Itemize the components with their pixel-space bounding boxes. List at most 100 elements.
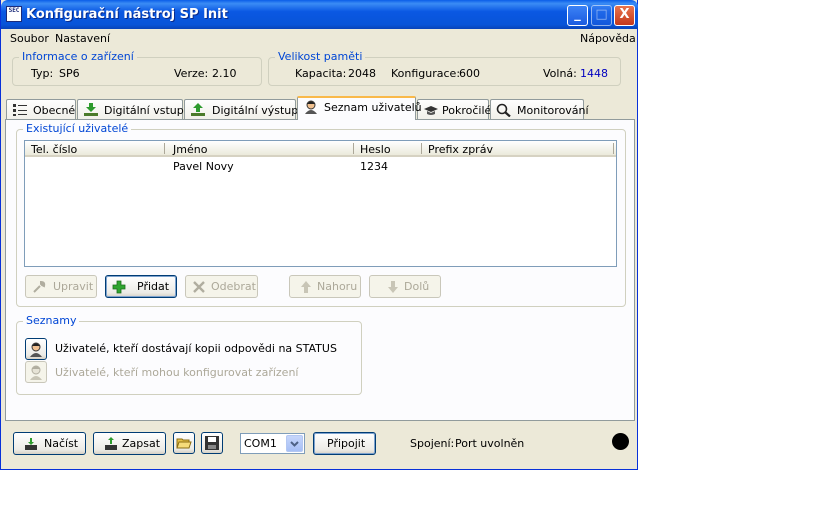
load-button-label: Načíst (44, 437, 79, 450)
maximize-icon: □ (595, 7, 608, 22)
connection-status: Port uvolněn (455, 437, 525, 450)
chip-download-icon (25, 438, 37, 450)
edit-button-label: Upravit (53, 280, 94, 293)
chevron-down-icon (290, 441, 299, 447)
window-title: Konfigurační nástroj SP Init (26, 7, 228, 22)
capacity-label: Kapacita: (295, 67, 347, 80)
column-separator[interactable] (613, 143, 614, 154)
column-separator[interactable] (353, 143, 354, 154)
move-down-button-label: Dolů (404, 280, 430, 293)
version-label: Verze: (174, 67, 209, 80)
user-icon (30, 365, 42, 380)
save-file-button[interactable] (201, 432, 223, 454)
column-separator[interactable] (421, 143, 422, 154)
download-icon (84, 103, 98, 116)
type-value: SP6 (59, 67, 80, 80)
column-password[interactable]: Heslo (360, 143, 391, 156)
config-value: 600 (459, 67, 480, 80)
tab-advanced-label: Pokročilé (442, 104, 492, 117)
tab-advanced[interactable]: Pokročilé (417, 99, 492, 120)
memory-legend: Velikost paměti (275, 50, 366, 63)
tab-user-list-label: Seznam uživatelů (324, 101, 422, 114)
menu-bar: Soubor Nastavení Nápověda (1, 29, 638, 47)
list-icon (13, 104, 27, 116)
connection-indicator (612, 433, 629, 450)
app-icon: SEC (6, 6, 22, 22)
minimize-icon: _ (574, 7, 581, 22)
column-name[interactable]: Jméno (173, 143, 207, 156)
app-window: SEC Konfigurační nástroj SP Init _ □ X S… (0, 0, 638, 470)
tab-monitoring-label: Monitorování (517, 104, 589, 117)
connection-label: Spojení: (410, 437, 455, 450)
maximize-button: □ (591, 5, 612, 26)
x-icon (193, 281, 205, 293)
move-down-button[interactable]: Dolů (369, 275, 441, 298)
menu-help[interactable]: Nápověda (580, 32, 636, 45)
type-label: Typ: (31, 67, 54, 80)
chip-upload-icon (105, 437, 117, 450)
status-copy-users-label: Uživatelé, kteří dostávají kopii odpověd… (55, 342, 337, 355)
tab-digital-outputs-label: Digitální výstupy (212, 104, 305, 117)
column-separator[interactable] (164, 143, 165, 154)
user-icon (30, 342, 42, 357)
tab-general-label: Obecné (33, 104, 76, 117)
delete-button-label: Odebrat (211, 280, 256, 293)
tab-digital-inputs[interactable]: Digitální vstupy (77, 99, 190, 120)
tab-digital-inputs-label: Digitální vstupy (104, 104, 191, 117)
minimize-button[interactable]: _ (567, 5, 588, 26)
config-users-button[interactable] (25, 361, 47, 383)
user-icon (305, 100, 317, 114)
table-row[interactable]: Pavel Novy 1234 (25, 159, 616, 174)
memory-group: Velikost paměti Kapacita: 2048 Konfigura… (268, 50, 621, 86)
close-icon: X (619, 7, 630, 22)
delete-button[interactable]: Odebrat (185, 275, 258, 298)
port-select-arrow[interactable] (286, 435, 303, 452)
cell-password: 1234 (360, 160, 388, 173)
menu-settings[interactable]: Nastavení (55, 32, 110, 45)
tab-strip: Obecné Digitální vstupy Digitální výstup… (1, 96, 638, 120)
version-value: 2.10 (212, 67, 237, 80)
graduation-cap-icon (424, 106, 438, 115)
tab-general[interactable]: Obecné (6, 99, 76, 120)
column-phone[interactable]: Tel. číslo (31, 143, 77, 156)
write-button-label: Zapsat (122, 437, 161, 450)
load-button[interactable]: Načíst (13, 432, 86, 455)
title-bar[interactable]: SEC Konfigurační nástroj SP Init _ □ X (1, 0, 638, 29)
magnifier-icon (496, 103, 511, 117)
lists-group: Seznamy (16, 314, 362, 395)
menu-file[interactable]: Soubor (10, 32, 49, 45)
close-button[interactable]: X (614, 5, 635, 26)
users-table-header: Tel. číslo Jméno Heslo Prefix zpráv (25, 141, 616, 157)
add-button-label: Přidat (137, 280, 170, 293)
capacity-value: 2048 (348, 67, 376, 80)
users-table[interactable]: Tel. číslo Jméno Heslo Prefix zpráv Pave… (24, 140, 617, 267)
upload-icon (191, 103, 205, 116)
tab-user-list[interactable]: Seznam uživatelů (297, 96, 422, 120)
device-info-group: Informace o zařízení Typ: SP6 Verze: 2.1… (12, 50, 262, 86)
arrow-down-icon (388, 281, 398, 293)
free-label: Volná: (543, 67, 577, 80)
tab-monitoring[interactable]: Monitorování (490, 99, 589, 120)
free-value: 1448 (580, 67, 608, 80)
floppy-disk-icon (205, 436, 219, 450)
add-button[interactable]: Přidat (105, 275, 177, 298)
port-select[interactable]: COM1 (240, 433, 305, 454)
config-users-label: Uživatelé, kteří mohou konfigurovat zaří… (55, 366, 299, 379)
status-copy-users-button[interactable] (25, 338, 47, 360)
lists-legend: Seznamy (23, 314, 80, 327)
move-up-button-label: Nahoru (317, 280, 358, 293)
existing-users-legend: Existující uživatelé (23, 122, 132, 135)
arrow-up-icon (301, 281, 311, 293)
connect-button[interactable]: Připojit (313, 432, 376, 455)
device-info-legend: Informace o zařízení (19, 50, 137, 63)
cell-name: Pavel Novy (173, 160, 234, 173)
open-file-button[interactable] (173, 432, 195, 454)
plus-icon (112, 280, 126, 294)
column-prefix[interactable]: Prefix zpráv (428, 143, 493, 156)
wrench-icon (33, 280, 46, 293)
connect-button-label: Připojit (327, 437, 366, 450)
write-button[interactable]: Zapsat (93, 432, 166, 455)
move-up-button[interactable]: Nahoru (289, 275, 361, 298)
tab-digital-outputs[interactable]: Digitální výstupy (184, 99, 305, 120)
edit-button[interactable]: Upravit (25, 275, 97, 298)
